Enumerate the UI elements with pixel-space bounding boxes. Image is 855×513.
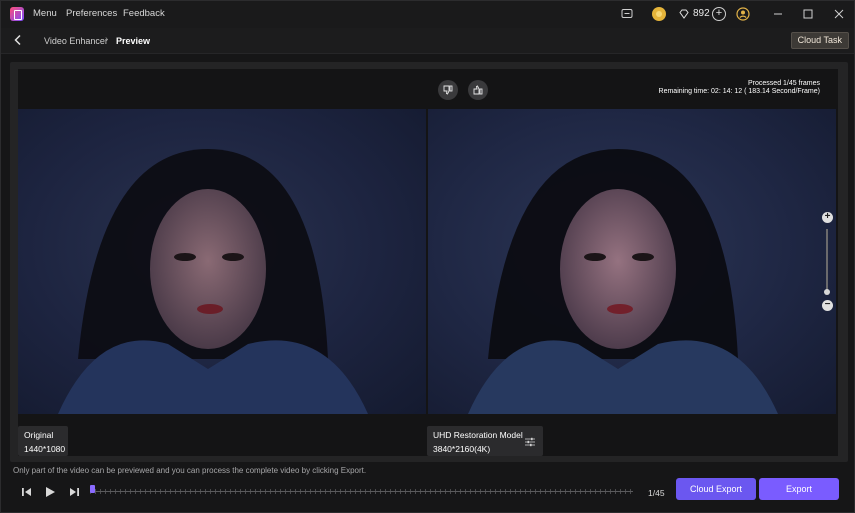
settings-sliders-icon[interactable]	[525, 436, 535, 450]
thumbs-up-icon[interactable]	[468, 80, 488, 100]
cloud-task-button[interactable]: Cloud Task	[790, 32, 849, 49]
preview-notice: Only part of the video can be previewed …	[13, 466, 367, 475]
original-title: Original	[24, 430, 54, 440]
thumbs-down-icon[interactable]	[438, 80, 458, 100]
original-resolution: 1440*1080	[24, 444, 66, 454]
menu-item-menu[interactable]: Menu	[33, 8, 57, 19]
breadcrumb-bar: Video Enhancer › Preview Cloud Task	[1, 28, 854, 54]
frame-counter: 1/45	[648, 488, 665, 498]
zoom-in-button[interactable]: +	[822, 212, 833, 223]
coin-icon[interactable]	[652, 7, 666, 21]
remaining-time-text: Remaining time: 02: 14: 12 ( 183.14 Seco…	[658, 88, 820, 95]
maximize-button[interactable]	[799, 5, 817, 23]
model-title: UHD Restoration Model	[433, 430, 523, 440]
enhanced-label: UHD Restoration Model 3840*2160(4K)	[427, 426, 543, 456]
original-video-frame	[18, 109, 426, 414]
user-icon[interactable]	[736, 7, 750, 21]
close-button[interactable]	[830, 5, 848, 23]
original-label: Original 1440*1080	[18, 426, 68, 456]
minimize-button[interactable]	[769, 5, 787, 23]
zoom-slider[interactable]	[826, 229, 828, 293]
timeline-track	[90, 491, 633, 492]
timeline-slider[interactable]	[90, 485, 633, 494]
previous-frame-icon[interactable]	[20, 485, 34, 499]
breadcrumb-preview: Preview	[116, 36, 151, 46]
menu-item-feedback[interactable]: Feedback	[123, 8, 165, 19]
breadcrumb-video-enhancer[interactable]: Video Enhancer	[44, 36, 108, 46]
zoom-out-button[interactable]: −	[822, 300, 833, 311]
gem-icon	[677, 7, 691, 21]
app-logo	[10, 7, 24, 21]
playhead[interactable]	[90, 485, 95, 493]
gem-count: 892	[693, 8, 710, 19]
enhanced-resolution: 3840*2160(4K)	[433, 444, 491, 454]
export-button[interactable]: Export	[759, 478, 839, 500]
add-gems-button[interactable]: +	[712, 7, 726, 21]
app-window: Menu Preferences Feedback 892 + Video En…	[0, 0, 855, 513]
back-arrow-icon[interactable]	[11, 33, 25, 47]
play-icon[interactable]	[43, 485, 57, 499]
breadcrumb-separator: ›	[105, 34, 109, 45]
chat-icon[interactable]	[620, 7, 634, 21]
title-bar: Menu Preferences Feedback 892 +	[1, 1, 854, 28]
cloud-export-button[interactable]: Cloud Export	[676, 478, 756, 500]
processed-frames-text: Processed 1/45 frames	[748, 80, 820, 87]
zoom-slider-thumb[interactable]	[824, 289, 830, 295]
menu-item-preferences[interactable]: Preferences	[66, 8, 117, 19]
next-frame-icon[interactable]	[67, 485, 81, 499]
enhanced-video-frame	[428, 109, 836, 414]
